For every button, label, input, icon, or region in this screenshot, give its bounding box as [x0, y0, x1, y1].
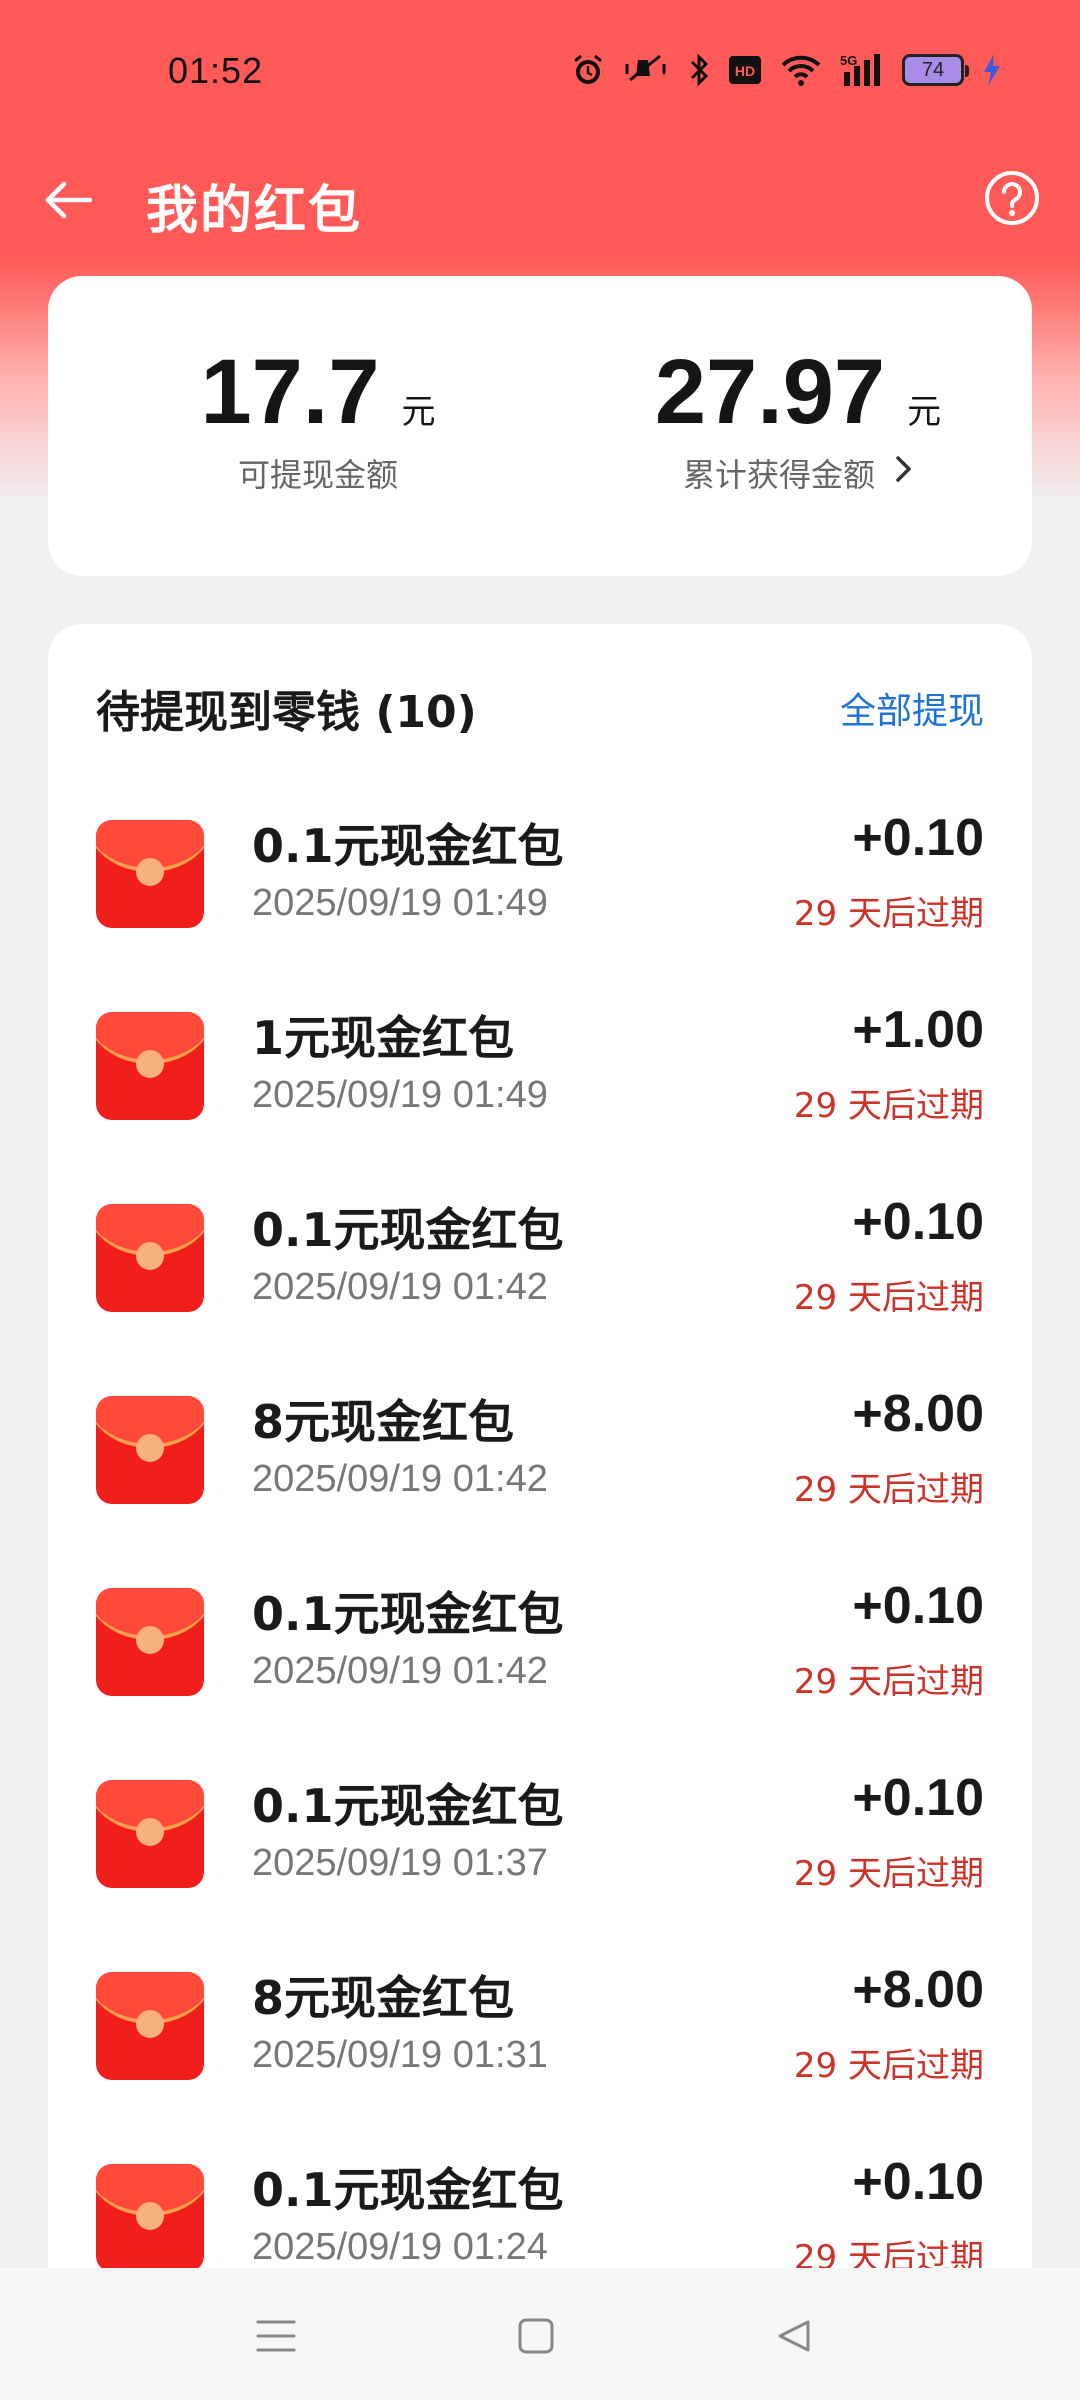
- red-envelope-icon: [96, 1780, 204, 1888]
- item-expire: 29 天后过期: [793, 1470, 984, 1510]
- svg-text:5G: 5G: [840, 53, 857, 68]
- list-item[interactable]: 0.1元现金红包 2025/09/19 01:49 +0.10 29 天后过期: [48, 784, 1032, 976]
- item-amount: +0.10: [852, 1577, 984, 1635]
- red-envelope-icon: [96, 1204, 204, 1312]
- withdraw-all-button[interactable]: 全部提现: [840, 682, 984, 734]
- red-envelope-icon: [96, 1396, 204, 1504]
- total-earned-amount: 27.97: [654, 341, 886, 443]
- list-item[interactable]: 8元现金红包 2025/09/19 01:42 +8.00 29 天后过期: [48, 1360, 1032, 1552]
- item-time: 2025/09/19 01:42: [252, 1458, 548, 1500]
- red-envelope-icon: [96, 1588, 204, 1696]
- status-time: 01:52: [168, 50, 264, 91]
- list-item[interactable]: 8元现金红包 2025/09/19 01:31 +8.00 29 天后过期: [48, 1936, 1032, 2128]
- item-amount: +0.10: [852, 1769, 984, 1827]
- status-bar: 01:52 HD 5G 74: [0, 0, 1080, 140]
- list-item[interactable]: 1元现金红包 2025/09/19 01:49 +1.00 29 天后过期: [48, 976, 1032, 1168]
- item-expire: 29 天后过期: [793, 2046, 984, 2086]
- total-earned-block[interactable]: 27.97 元 累计获得金额: [628, 346, 968, 496]
- item-title: 0.1元现金红包: [252, 1587, 564, 1641]
- item-title: 0.1元现金红包: [252, 1779, 564, 1833]
- item-title: 8元现金红包: [252, 1395, 515, 1449]
- withdrawable-amount-block: 17.7 元 可提现金额: [168, 346, 468, 496]
- item-amount: +1.00: [852, 1001, 984, 1059]
- item-time: 2025/09/19 01:31: [252, 2034, 548, 2076]
- item-title: 1元现金红包: [252, 1011, 515, 1065]
- pending-withdraw-card: 待提现到零钱 (10) 全部提现 0.1元现金红包 2025/09/19 01:…: [48, 624, 1032, 2384]
- item-title: 0.1元现金红包: [252, 819, 564, 873]
- item-amount: +8.00: [852, 1385, 984, 1443]
- item-time: 2025/09/19 01:42: [252, 1266, 548, 1308]
- list-header: 待提现到零钱 (10) 全部提现: [96, 676, 984, 740]
- chevron-right-icon: [893, 454, 913, 492]
- list-item[interactable]: 0.1元现金红包 2025/09/19 01:42 +0.10 29 天后过期: [48, 1552, 1032, 1744]
- item-amount: +0.10: [852, 1193, 984, 1251]
- red-envelope-icon: [96, 2164, 204, 2272]
- item-title: 8元现金红包: [252, 1971, 515, 2025]
- home-square-icon[interactable]: [506, 2308, 566, 2364]
- help-icon[interactable]: [982, 168, 1042, 228]
- item-expire: 29 天后过期: [793, 1662, 984, 1702]
- item-title: 0.1元现金红包: [252, 1203, 564, 1257]
- item-expire: 29 天后过期: [793, 1854, 984, 1894]
- item-time: 2025/09/19 01:49: [252, 1074, 548, 1116]
- item-title: 0.1元现金红包: [252, 2163, 564, 2217]
- withdrawable-amount: 17.7: [200, 341, 380, 443]
- back-triangle-icon[interactable]: [764, 2308, 824, 2364]
- summary-card: 17.7 元 可提现金额 27.97 元 累计获得金额: [48, 276, 1032, 576]
- withdrawable-label: 可提现金额: [237, 456, 398, 494]
- back-arrow-icon[interactable]: [38, 170, 98, 230]
- bluetooth-icon: [688, 50, 710, 90]
- menu-icon[interactable]: [246, 2308, 306, 2364]
- wifi-icon: [780, 50, 822, 90]
- battery-icon: 74: [902, 50, 969, 90]
- item-time: 2025/09/19 01:24: [252, 2226, 548, 2268]
- item-time: 2025/09/19 01:42: [252, 1650, 548, 1692]
- red-packet-list: 0.1元现金红包 2025/09/19 01:49 +0.10 29 天后过期 …: [48, 784, 1032, 2320]
- charging-icon: [982, 50, 1002, 90]
- item-amount: +0.10: [852, 809, 984, 867]
- item-expire: 29 天后过期: [793, 894, 984, 934]
- list-item[interactable]: 0.1元现金红包 2025/09/19 01:42 +0.10 29 天后过期: [48, 1168, 1032, 1360]
- item-expire: 29 天后过期: [793, 1278, 984, 1318]
- withdrawable-unit: 元: [401, 392, 436, 432]
- item-amount: +0.10: [852, 2153, 984, 2211]
- app-header: 我的红包: [0, 140, 1080, 256]
- red-envelope-icon: [96, 1012, 204, 1120]
- system-nav-bar: [0, 2268, 1080, 2400]
- item-expire: 29 天后过期: [793, 1086, 984, 1126]
- total-earned-unit: 元: [907, 392, 942, 432]
- status-icons: HD 5G 74: [570, 48, 1002, 92]
- item-time: 2025/09/19 01:49: [252, 882, 548, 924]
- svg-text:HD: HD: [735, 63, 755, 79]
- item-time: 2025/09/19 01:37: [252, 1842, 548, 1884]
- alarm-icon: [570, 50, 606, 90]
- item-amount: +8.00: [852, 1961, 984, 2019]
- battery-level: 74: [902, 54, 969, 86]
- mute-icon: [624, 50, 670, 90]
- red-envelope-icon: [96, 820, 204, 928]
- signal-5g-icon: 5G: [840, 50, 884, 90]
- red-envelope-icon: [96, 1972, 204, 2080]
- hd-icon: HD: [728, 50, 762, 90]
- list-title: 待提现到零钱 (10): [96, 687, 477, 738]
- page-title: 我的红包: [146, 181, 363, 241]
- list-item[interactable]: 0.1元现金红包 2025/09/19 01:37 +0.10 29 天后过期: [48, 1744, 1032, 1936]
- total-earned-label: 累计获得金额: [682, 456, 875, 494]
